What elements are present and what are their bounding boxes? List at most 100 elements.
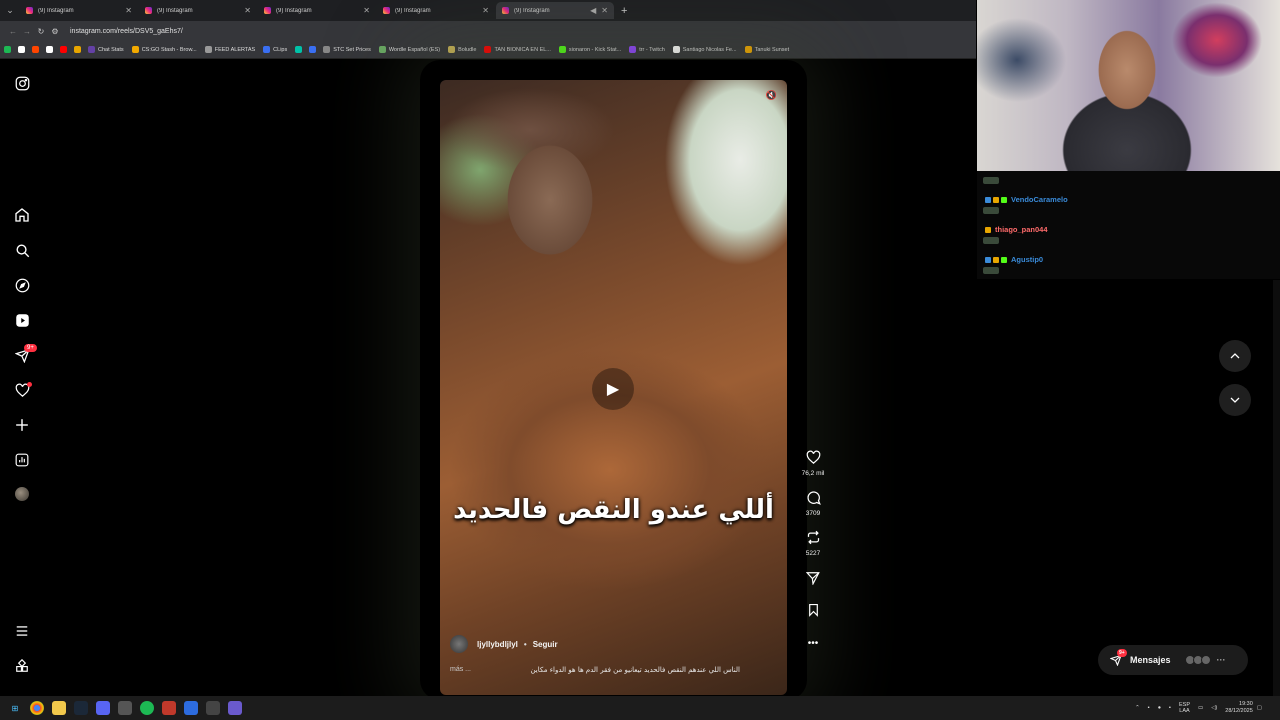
comment-button[interactable]: 3709 <box>797 490 829 517</box>
bookmark-item[interactable]: Tanuki Sunset <box>744 46 789 53</box>
discord-icon[interactable] <box>96 701 110 715</box>
follow-button[interactable]: Seguir <box>533 640 558 649</box>
forward-icon[interactable]: → <box>20 27 34 36</box>
browser-tab[interactable]: (9) Instagram ✕ <box>139 2 257 19</box>
search-icon[interactable] <box>13 241 31 259</box>
browser-tab[interactable]: (9) Instagram ✕ <box>20 2 138 19</box>
close-tab-icon[interactable]: ✕ <box>244 6 251 15</box>
bookmark-item[interactable]: STC Set Prices <box>323 46 371 53</box>
dashboard-icon[interactable] <box>13 451 31 469</box>
tray-app-icon[interactable]: ▪ <box>1148 705 1150 711</box>
back-icon[interactable]: ← <box>6 27 20 36</box>
site-info-icon[interactable]: ⚙ <box>48 27 62 36</box>
author-avatar[interactable] <box>450 635 468 653</box>
url-field[interactable]: instagram.com/reels/DSV5_gaEhs7/ <box>70 28 183 35</box>
bookmark-favicon-icon <box>309 46 317 53</box>
chat-emote <box>983 177 999 184</box>
mute-icon[interactable]: 🔇 <box>766 90 777 101</box>
close-tab-icon[interactable]: ✕ <box>363 6 370 15</box>
bookmark-item[interactable]: FEED ALERTAS <box>204 46 256 53</box>
browser-tab-active[interactable]: (9) Instagram ◀ ✕ <box>496 2 614 19</box>
bookmark-item[interactable]: Santiago Nicolas Fe... <box>672 46 737 53</box>
instagram-favicon-icon <box>264 7 271 14</box>
explore-icon[interactable] <box>13 276 31 294</box>
network-icon[interactable]: ▭ <box>1198 705 1203 711</box>
system-tray: ⌃ ▪ ● ▪ ESP LAA ▭ ◁) 19:30 28/12/2025 ▢ <box>1131 696 1266 720</box>
bookmark-favicon-icon <box>60 46 67 53</box>
bookmark-item[interactable]: TAN BIONICA EN EL... <box>484 46 551 53</box>
bookmark-item[interactable]: Boludle <box>448 46 476 53</box>
app-icon[interactable] <box>228 701 242 715</box>
app-icon[interactable] <box>118 701 132 715</box>
bookmark-item[interactable]: CLips <box>263 46 287 53</box>
bookmark-item[interactable] <box>309 46 319 53</box>
reel-video[interactable]: 🔇 ▶ أللي عندو النقص فالحديد ljyllybdljly… <box>440 80 787 695</box>
bookmark-item[interactable] <box>74 46 84 53</box>
also-from-meta-icon[interactable] <box>13 657 31 675</box>
close-tab-icon[interactable]: ✕ <box>482 6 489 15</box>
play-button[interactable]: ▶ <box>592 368 634 410</box>
steam-icon[interactable] <box>74 701 88 715</box>
bookmark-item[interactable] <box>295 46 305 53</box>
notifications-icon[interactable]: ▢ <box>1257 705 1262 711</box>
language-indicator[interactable]: ESP LAA <box>1179 702 1190 714</box>
clock[interactable]: 19:30 28/12/2025 <box>1225 701 1253 715</box>
app-icon[interactable] <box>184 701 198 715</box>
new-tab-button[interactable]: + <box>621 5 627 17</box>
windows-start-icon[interactable]: ⊞ <box>8 701 22 715</box>
close-tab-icon[interactable]: ✕ <box>601 6 608 15</box>
bookmark-item[interactable]: sionaron - Kick Stat... <box>558 46 621 53</box>
chat-username: thiago_pan044 <box>995 225 1048 234</box>
create-plus-icon[interactable] <box>13 416 31 434</box>
home-icon[interactable] <box>13 206 31 224</box>
tray-overflow-icon[interactable]: ⌃ <box>1135 705 1140 711</box>
tab-audio-icon[interactable]: ◀ <box>590 6 596 15</box>
browser-tab[interactable]: (9) Instagram ✕ <box>377 2 495 19</box>
bookmark-item[interactable]: trr - Twitch <box>629 46 665 53</box>
author-username[interactable]: ljyllybdljlyl <box>477 640 518 649</box>
instagram-logo-icon[interactable] <box>13 74 31 92</box>
save-button[interactable] <box>797 603 829 620</box>
microphone-icon[interactable]: ● <box>1158 705 1161 711</box>
bookmark-favicon-icon <box>74 46 81 53</box>
share-button[interactable] <box>797 571 829 588</box>
bookmark-item[interactable] <box>46 46 56 53</box>
reels-icon[interactable] <box>13 311 31 329</box>
like-button[interactable]: 76,2 mil <box>797 450 829 477</box>
profile-avatar[interactable] <box>13 485 31 503</box>
previous-reel-button[interactable] <box>1219 340 1251 372</box>
bookmark-item[interactable] <box>32 46 42 53</box>
repost-button[interactable]: 5227 <box>797 530 829 557</box>
bookmark-label: STC Set Prices <box>333 46 371 53</box>
chrome-icon[interactable] <box>30 701 44 715</box>
bookmark-label: FEED ALERTAS <box>214 46 256 53</box>
bookmark-favicon-icon <box>46 46 53 53</box>
bookmark-item[interactable]: Wordle Español (ES) <box>378 46 440 53</box>
bookmark-item[interactable]: Chat Stats <box>88 46 124 53</box>
bookmark-item[interactable] <box>18 46 28 53</box>
volume-icon[interactable]: ◁) <box>1211 705 1217 711</box>
tab-title: (9) Instagram <box>38 7 74 14</box>
page-scrollbar[interactable] <box>1273 280 1280 696</box>
next-reel-button[interactable] <box>1219 384 1251 416</box>
more-link[interactable]: más ... <box>450 666 471 674</box>
tab-title: (9) Instagram <box>395 7 431 14</box>
app-icon[interactable] <box>162 701 176 715</box>
close-tab-icon[interactable]: ✕ <box>125 6 132 15</box>
more-menu-icon[interactable] <box>13 622 31 640</box>
reload-icon[interactable]: ↻ <box>34 27 48 36</box>
browser-tab[interactable]: (9) Instagram ✕ <box>258 2 376 19</box>
file-explorer-icon[interactable] <box>52 701 66 715</box>
tab-search-button[interactable]: ⌄ <box>0 0 20 21</box>
chat-badge-icon <box>1001 256 1007 263</box>
bookmark-item[interactable]: CS:GO Stash - Brow... <box>131 46 197 53</box>
bookmark-item[interactable] <box>4 46 14 53</box>
more-options-button[interactable]: ••• <box>797 636 829 652</box>
spotify-icon[interactable] <box>140 701 154 715</box>
app-icon[interactable] <box>206 701 220 715</box>
video-overlay-text: أللي عندو النقص فالحديد <box>453 495 774 525</box>
tray-app-icon[interactable]: ▪ <box>1169 705 1171 711</box>
share-icon <box>797 571 829 588</box>
bookmark-item[interactable] <box>60 46 70 53</box>
messages-pill[interactable]: 9+ Mensajes ··· <box>1098 645 1248 675</box>
